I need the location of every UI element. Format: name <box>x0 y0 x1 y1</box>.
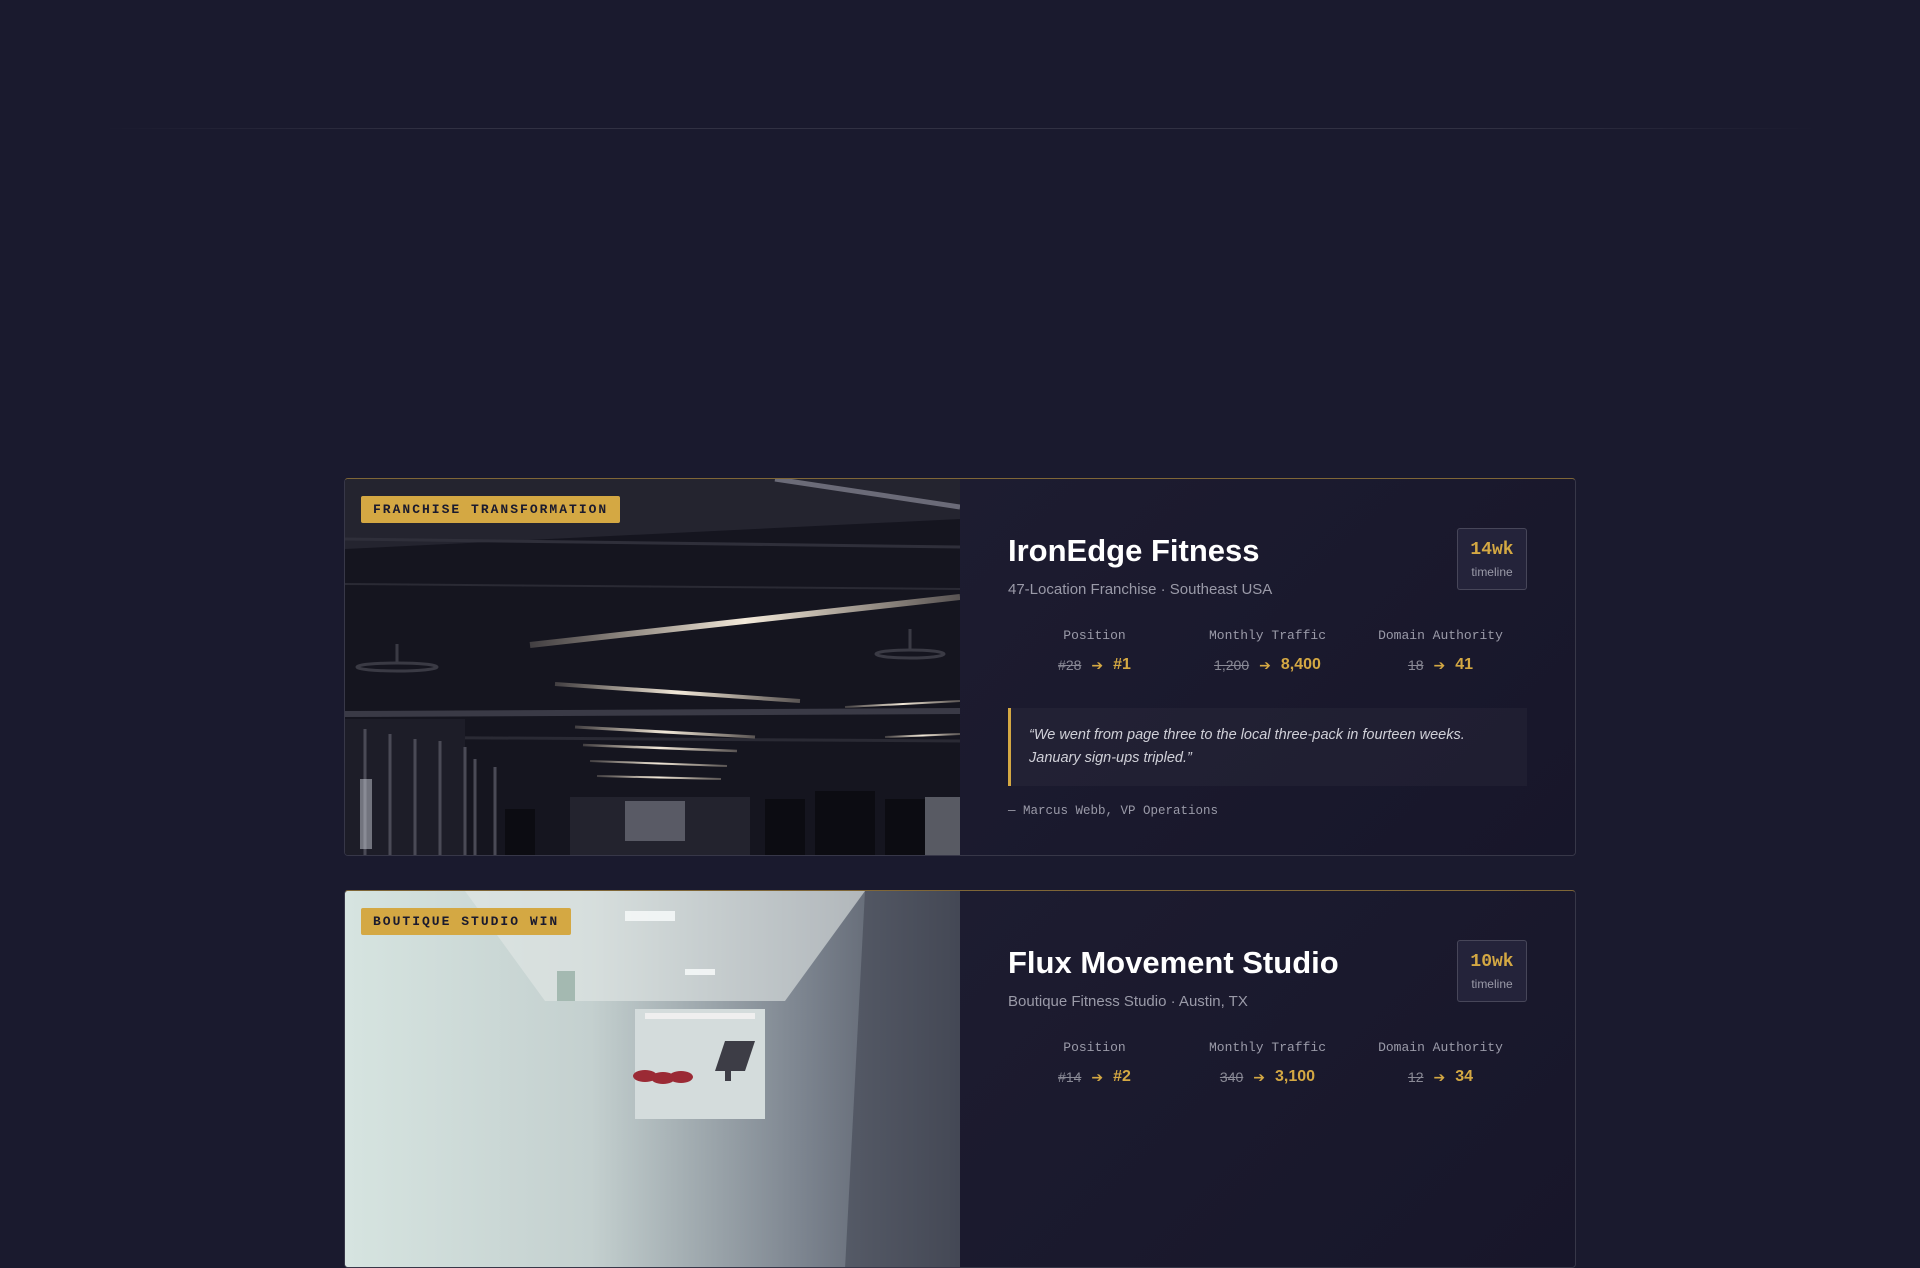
metric-values: #28 ➔ #1 <box>1008 656 1181 674</box>
arrow-right-icon: ➔ <box>1091 1068 1104 1085</box>
metric-before: 18 <box>1407 657 1424 673</box>
metric-values: 1,200 ➔ 8,400 <box>1181 656 1354 674</box>
metric-label: Domain Authority <box>1378 1040 1503 1055</box>
timeline-badge: 10wk timeline <box>1457 940 1527 1002</box>
metric-after: #1 <box>1113 656 1131 673</box>
client-name: IronEdge Fitness <box>1008 533 1260 568</box>
testimonial-attribution: — Marcus Webb, VP Operations <box>1008 804 1219 818</box>
metric-values: 18 ➔ 41 <box>1354 656 1527 674</box>
client-descriptor: Boutique Fitness Studio · Austin, TX <box>1008 993 1248 1010</box>
metric-after: 8,400 <box>1280 656 1321 673</box>
metric-domain-authority: Domain Authority 18 ➔ 41 <box>1354 628 1527 674</box>
timeline-value: 10wk <box>1470 952 1514 972</box>
metrics-row: Position #14 ➔ #2 Monthly Traffic 340 ➔ … <box>1008 1040 1527 1086</box>
metric-label: Domain Authority <box>1378 628 1503 643</box>
arrow-right-icon: ➔ <box>1433 1068 1446 1085</box>
client-name: Flux Movement Studio <box>1008 945 1339 980</box>
case-study-tag: FRANCHISE TRANSFORMATION <box>361 496 621 523</box>
metric-after: 3,100 <box>1275 1068 1316 1085</box>
timeline-label: timeline <box>1471 977 1513 991</box>
timeline-badge: 14wk timeline <box>1457 528 1527 590</box>
timeline-value: 14wk <box>1470 540 1514 560</box>
metrics-row: Position #28 ➔ #1 Monthly Traffic 1,200 … <box>1008 628 1527 674</box>
metric-values: 12 ➔ 34 <box>1354 1068 1527 1086</box>
metric-label: Monthly Traffic <box>1208 628 1327 643</box>
metric-after: #2 <box>1113 1068 1131 1085</box>
metric-after: 41 <box>1455 656 1474 673</box>
metric-label: Position <box>1063 1040 1126 1055</box>
metric-before: 12 <box>1407 1069 1424 1085</box>
studio-interior-image: BOUTIQUE STUDIO WIN <box>345 891 960 1267</box>
metric-domain-authority: Domain Authority 12 ➔ 34 <box>1354 1040 1527 1086</box>
arrow-right-icon: ➔ <box>1433 656 1446 673</box>
arrow-right-icon: ➔ <box>1091 656 1104 673</box>
client-descriptor: 47-Location Franchise · Southeast USA <box>1008 581 1273 598</box>
metric-traffic: Monthly Traffic 1,200 ➔ 8,400 <box>1181 628 1354 674</box>
metric-before: 1,200 <box>1214 657 1250 673</box>
case-study-card: FRANCHISE TRANSFORMATION IronEdge Fitnes… <box>344 478 1576 856</box>
case-study-tag: BOUTIQUE STUDIO WIN <box>361 908 572 935</box>
metric-position: Position #28 ➔ #1 <box>1008 628 1181 674</box>
arrow-right-icon: ➔ <box>1253 1068 1266 1085</box>
metric-values: #14 ➔ #2 <box>1008 1068 1181 1086</box>
case-study-details: IronEdge Fitness 47-Location Franchise ·… <box>960 479 1575 855</box>
metric-traffic: Monthly Traffic 340 ➔ 3,100 <box>1181 1040 1354 1086</box>
testimonial-quote: “We went from page three to the local th… <box>1008 708 1527 786</box>
gym-interior-image: FRANCHISE TRANSFORMATION <box>345 479 960 855</box>
metric-after: 34 <box>1455 1068 1474 1085</box>
timeline-label: timeline <box>1471 565 1513 579</box>
metric-before: 340 <box>1219 1069 1244 1085</box>
metric-values: 340 ➔ 3,100 <box>1181 1068 1354 1086</box>
section-divider <box>100 128 1820 129</box>
metric-label: Position <box>1063 628 1126 643</box>
metric-label: Monthly Traffic <box>1208 1040 1327 1055</box>
metric-before: #14 <box>1058 1069 1082 1085</box>
arrow-right-icon: ➔ <box>1259 656 1271 673</box>
case-study-details: Flux Movement Studio Boutique Fitness St… <box>960 891 1575 1267</box>
metric-position: Position #14 ➔ #2 <box>1008 1040 1181 1086</box>
metric-before: #28 <box>1058 657 1082 673</box>
case-study-card: BOUTIQUE STUDIO WIN Flux Movement Studio… <box>344 890 1576 1268</box>
